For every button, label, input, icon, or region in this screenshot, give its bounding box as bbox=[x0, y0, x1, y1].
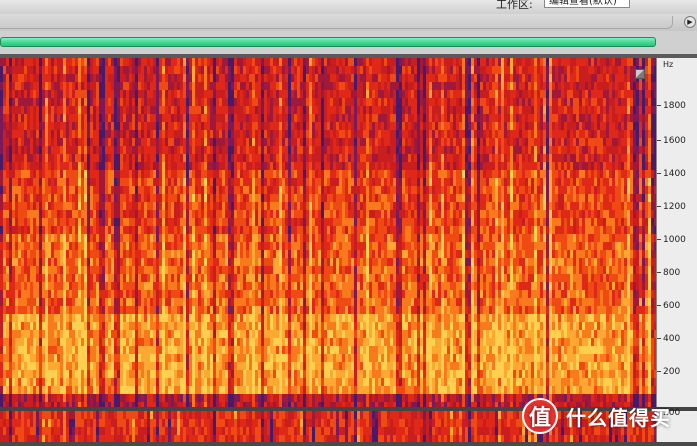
top-toolbar: 工作区: 编辑查看(默认) bbox=[0, 0, 697, 15]
ruler-tick-label: 800 bbox=[663, 268, 681, 278]
zhi-logo-icon: 值 bbox=[522, 398, 558, 434]
workspace-label: 工作区: bbox=[496, 0, 533, 11]
ruler-tick: 200 bbox=[657, 367, 697, 377]
workspace-select[interactable]: 编辑查看(默认) bbox=[544, 0, 630, 8]
frequency-ruler: Hz 1800 1600 1400 1200 1000 800 600 400 … bbox=[656, 58, 697, 407]
play-triangle-icon[interactable]: ▶ bbox=[684, 16, 696, 28]
panel-tab-row bbox=[0, 14, 697, 31]
ruler-tick: 800 bbox=[657, 268, 697, 278]
spectral-frequency-display[interactable] bbox=[0, 58, 656, 407]
ruler-tick: 1600 bbox=[657, 136, 697, 146]
ruler-tick-label: 1200 bbox=[663, 202, 686, 212]
ruler-tick: 600 bbox=[657, 301, 697, 311]
ruler-tick-label: 1400 bbox=[663, 169, 686, 179]
watermark: 值 什么值得买 bbox=[522, 396, 692, 436]
ruler-tick: 1400 bbox=[657, 169, 697, 179]
ruler-tick-label: 1600 bbox=[663, 136, 686, 146]
ruler-tick-label: 1000 bbox=[663, 235, 686, 245]
panel-tab-ledge bbox=[0, 16, 673, 29]
ruler-tick-label: 600 bbox=[663, 301, 681, 311]
ruler-tick: 1800 bbox=[657, 101, 697, 111]
zoom-corner-icon[interactable] bbox=[635, 69, 645, 79]
ruler-tick-label: 200 bbox=[663, 367, 681, 377]
overview-scroll-bar[interactable] bbox=[0, 37, 656, 47]
ruler-tick-label: 400 bbox=[663, 334, 681, 344]
ruler-tick: 1000 bbox=[657, 235, 697, 245]
frequency-unit-label: Hz bbox=[663, 60, 674, 69]
watermark-text: 什么值得买 bbox=[566, 405, 671, 430]
ruler-tick: 400 bbox=[657, 334, 697, 344]
ruler-tick-label: 1800 bbox=[663, 101, 686, 111]
overview-track bbox=[0, 31, 697, 54]
ruler-tick: 1200 bbox=[657, 202, 697, 212]
